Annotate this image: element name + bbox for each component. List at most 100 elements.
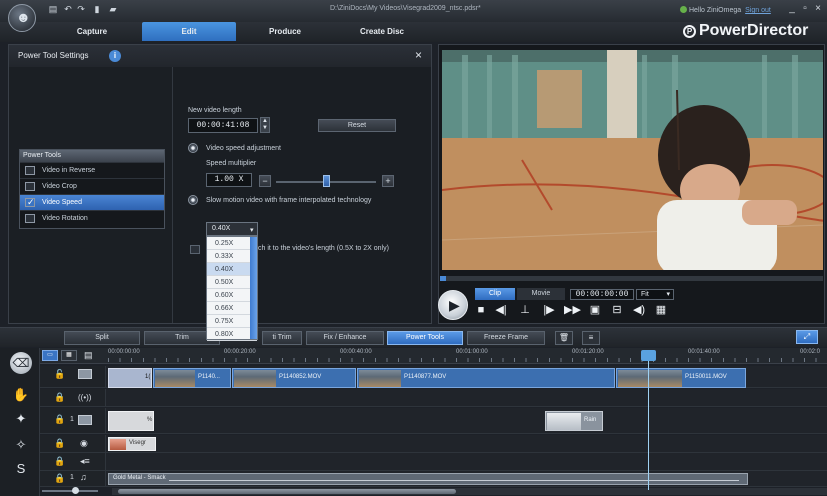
- timeline-zoom-slider[interactable]: [42, 490, 98, 492]
- undo-icon[interactable]: ↶: [63, 5, 73, 14]
- stretch-checkbox[interactable]: [190, 245, 200, 254]
- freeze-frame-button[interactable]: Freeze Frame: [467, 331, 545, 345]
- slow-motion-radio[interactable]: [188, 195, 198, 205]
- reset-button[interactable]: Reset: [318, 119, 396, 132]
- tab-edit[interactable]: Edit: [142, 22, 236, 41]
- close-icon[interactable]: ×: [813, 4, 823, 14]
- snapshot-icon[interactable]: ▣: [588, 303, 602, 317]
- clip-mode-tab[interactable]: Clip: [475, 288, 515, 300]
- checkbox-checked[interactable]: [25, 195, 35, 210]
- length-spinner[interactable]: ▲ ▼: [260, 117, 270, 133]
- tool-item-video-in-reverse[interactable]: Video in Reverse: [20, 162, 164, 178]
- lock-icon[interactable]: 🔒: [54, 473, 65, 484]
- next-frame-icon[interactable]: |▶: [542, 303, 556, 317]
- previous-frame-icon[interactable]: ◀|: [494, 303, 508, 317]
- more-tools-icon[interactable]: ≡: [582, 331, 600, 345]
- increase-speed-button[interactable]: +: [382, 175, 394, 187]
- speed-multiplier-field[interactable]: 1.00 X: [206, 173, 252, 187]
- tab-capture[interactable]: Capture: [45, 22, 139, 41]
- speed-adjust-radio[interactable]: [188, 143, 198, 153]
- dvd-preview-icon[interactable]: ⊟: [610, 303, 624, 317]
- restore-icon[interactable]: ▫: [800, 4, 810, 14]
- effect-room-icon[interactable]: ✋: [12, 386, 30, 404]
- new-length-field[interactable]: 00:00:41:08: [188, 118, 258, 133]
- preview-timecode[interactable]: 00:00:00:00: [570, 289, 634, 300]
- timeline-clip[interactable]: P1140852.MOV: [232, 368, 356, 388]
- fast-forward-icon[interactable]: ▶▶: [564, 303, 581, 317]
- delete-icon[interactable]: 🗑: [555, 331, 573, 345]
- timeline-zoom-thumb[interactable]: [72, 487, 79, 494]
- fit-timeline-icon[interactable]: ⤢: [796, 330, 818, 344]
- video-track-icon: [78, 369, 92, 379]
- pip-room-icon[interactable]: ✦: [12, 410, 30, 428]
- folder-icon[interactable]: ▰: [108, 5, 118, 14]
- menu-icon[interactable]: ▤: [48, 5, 58, 14]
- app-logo-icon[interactable]: ☻: [8, 4, 36, 32]
- movie-mode-tab[interactable]: Movie: [517, 288, 565, 300]
- decrease-speed-button[interactable]: −: [259, 175, 271, 187]
- tool-label: Video Crop: [42, 183, 77, 190]
- eye-icon[interactable]: ◉: [80, 438, 88, 449]
- fix-enhance-button[interactable]: Fix / Enhance: [306, 331, 384, 345]
- timeline-clip[interactable]: 1(: [108, 368, 152, 388]
- title-clip[interactable]: Visegr: [108, 437, 156, 451]
- media-room-icon[interactable]: ⌫: [10, 352, 32, 374]
- checkbox[interactable]: [25, 182, 35, 191]
- sign-out-link[interactable]: Sign out: [745, 7, 771, 14]
- split-button[interactable]: Split: [64, 331, 140, 345]
- close-panel-icon[interactable]: ×: [415, 48, 422, 62]
- timeline-clip[interactable]: P1140...: [153, 368, 231, 388]
- tab-produce[interactable]: Produce: [238, 22, 332, 41]
- lock-icon[interactable]: 🔓: [54, 369, 65, 380]
- redo-icon[interactable]: ↷: [76, 5, 86, 14]
- qr-icon[interactable]: ▦: [654, 303, 668, 317]
- track-manager-icon[interactable]: ▤: [84, 350, 93, 361]
- tool-label: Video Speed: [42, 199, 82, 206]
- tool-item-video-rotation[interactable]: Video Rotation: [20, 210, 164, 226]
- particle-room-icon[interactable]: ✧: [12, 436, 30, 454]
- chevron-down-icon[interactable]: ▾: [250, 226, 254, 234]
- stretch-label: ch it to the video's length (0.5X to 2X …: [258, 245, 389, 252]
- pip-clip[interactable]: %: [108, 411, 154, 431]
- music-clip[interactable]: Gold Metal - Smack: [108, 473, 748, 485]
- ruler-label: 00:02:0: [800, 349, 821, 355]
- tab-create-disc[interactable]: Create Disc: [335, 22, 429, 41]
- save-icon[interactable]: ▮: [92, 5, 102, 14]
- tool-item-video-crop[interactable]: Video Crop: [20, 178, 164, 194]
- zoom-fit-select[interactable]: Fit ▾: [636, 289, 674, 300]
- timeline-scrollbar-thumb[interactable]: [118, 489, 456, 494]
- play-button[interactable]: ▶: [438, 290, 468, 320]
- minimize-icon[interactable]: _: [787, 4, 797, 14]
- audio-track-1-header: 🔒 ((•)): [40, 389, 106, 407]
- pip-clip[interactable]: Rain: [545, 411, 603, 431]
- timeline-view-icon[interactable]: ▭: [42, 350, 58, 361]
- playhead-handle[interactable]: [641, 350, 656, 361]
- tool-item-video-speed[interactable]: Video Speed: [20, 194, 164, 210]
- dropdown-scrollbar[interactable]: [250, 237, 257, 339]
- video-preview[interactable]: [442, 50, 823, 270]
- lock-icon[interactable]: 🔒: [54, 414, 65, 425]
- speed-slider-thumb[interactable]: [323, 175, 330, 187]
- power-tools-button[interactable]: Power Tools: [387, 331, 463, 345]
- timeline-playhead[interactable]: [648, 350, 649, 490]
- volume-icon[interactable]: ◀): [632, 303, 646, 317]
- timeline-clip[interactable]: P1140877.MOV: [357, 368, 615, 388]
- title-room-icon[interactable]: S: [12, 460, 30, 478]
- ruler-label: 00:01:00:00: [456, 349, 488, 355]
- pip-track-header: 🔒 1: [40, 408, 106, 434]
- checkbox[interactable]: [25, 166, 35, 175]
- lock-icon[interactable]: 🔒: [54, 456, 65, 467]
- storyboard-view-icon[interactable]: ▦: [61, 350, 77, 361]
- mark-in-icon[interactable]: ⊥: [518, 303, 532, 317]
- preview-progress-track[interactable]: [440, 276, 823, 281]
- video-track-1-header: 🔓: [40, 366, 106, 388]
- lock-icon[interactable]: 🔒: [54, 438, 65, 449]
- lock-icon[interactable]: 🔒: [54, 392, 65, 403]
- multi-trim-button[interactable]: ti Trim: [262, 331, 302, 345]
- checkbox[interactable]: [25, 214, 35, 223]
- timeline-clip[interactable]: P1150011.MOV: [616, 368, 746, 388]
- power-tools-header: Power Tools: [20, 150, 164, 162]
- preview-progress-handle[interactable]: [440, 276, 446, 281]
- stop-icon[interactable]: ■: [474, 303, 488, 317]
- info-icon[interactable]: i: [109, 50, 121, 62]
